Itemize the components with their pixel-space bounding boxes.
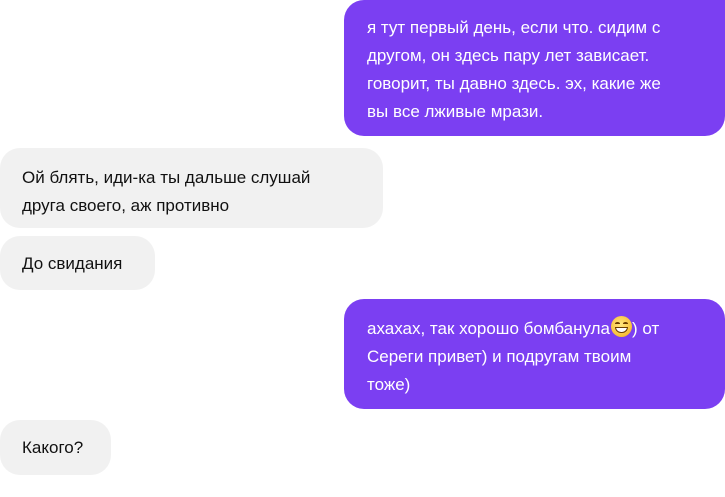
message-text: Какого?: [22, 438, 84, 457]
message-text: До свидания: [22, 254, 123, 273]
message-text: я тут первый день, если что. сидим с дру…: [367, 18, 661, 121]
incoming-message-bubble: Ой блять, иди-ка ты дальше слушай друга …: [0, 148, 383, 228]
grinning-face-emoji-icon: [611, 316, 633, 337]
outgoing-message-bubble: ахахах, так хорошо бомбанула) от Сереги …: [344, 299, 725, 409]
incoming-message-bubble: Какого?: [0, 420, 111, 475]
message-text: Ой блять, иди-ка ты дальше слушай друга …: [22, 168, 311, 215]
outgoing-message-bubble: я тут первый день, если что. сидим с дру…: [344, 0, 725, 136]
message-text-part: ахахах, так хорошо бомбанула: [367, 319, 611, 338]
incoming-message-bubble: До свидания: [0, 236, 155, 290]
message-text: ахахах, так хорошо бомбанула) от Сереги …: [367, 315, 705, 399]
